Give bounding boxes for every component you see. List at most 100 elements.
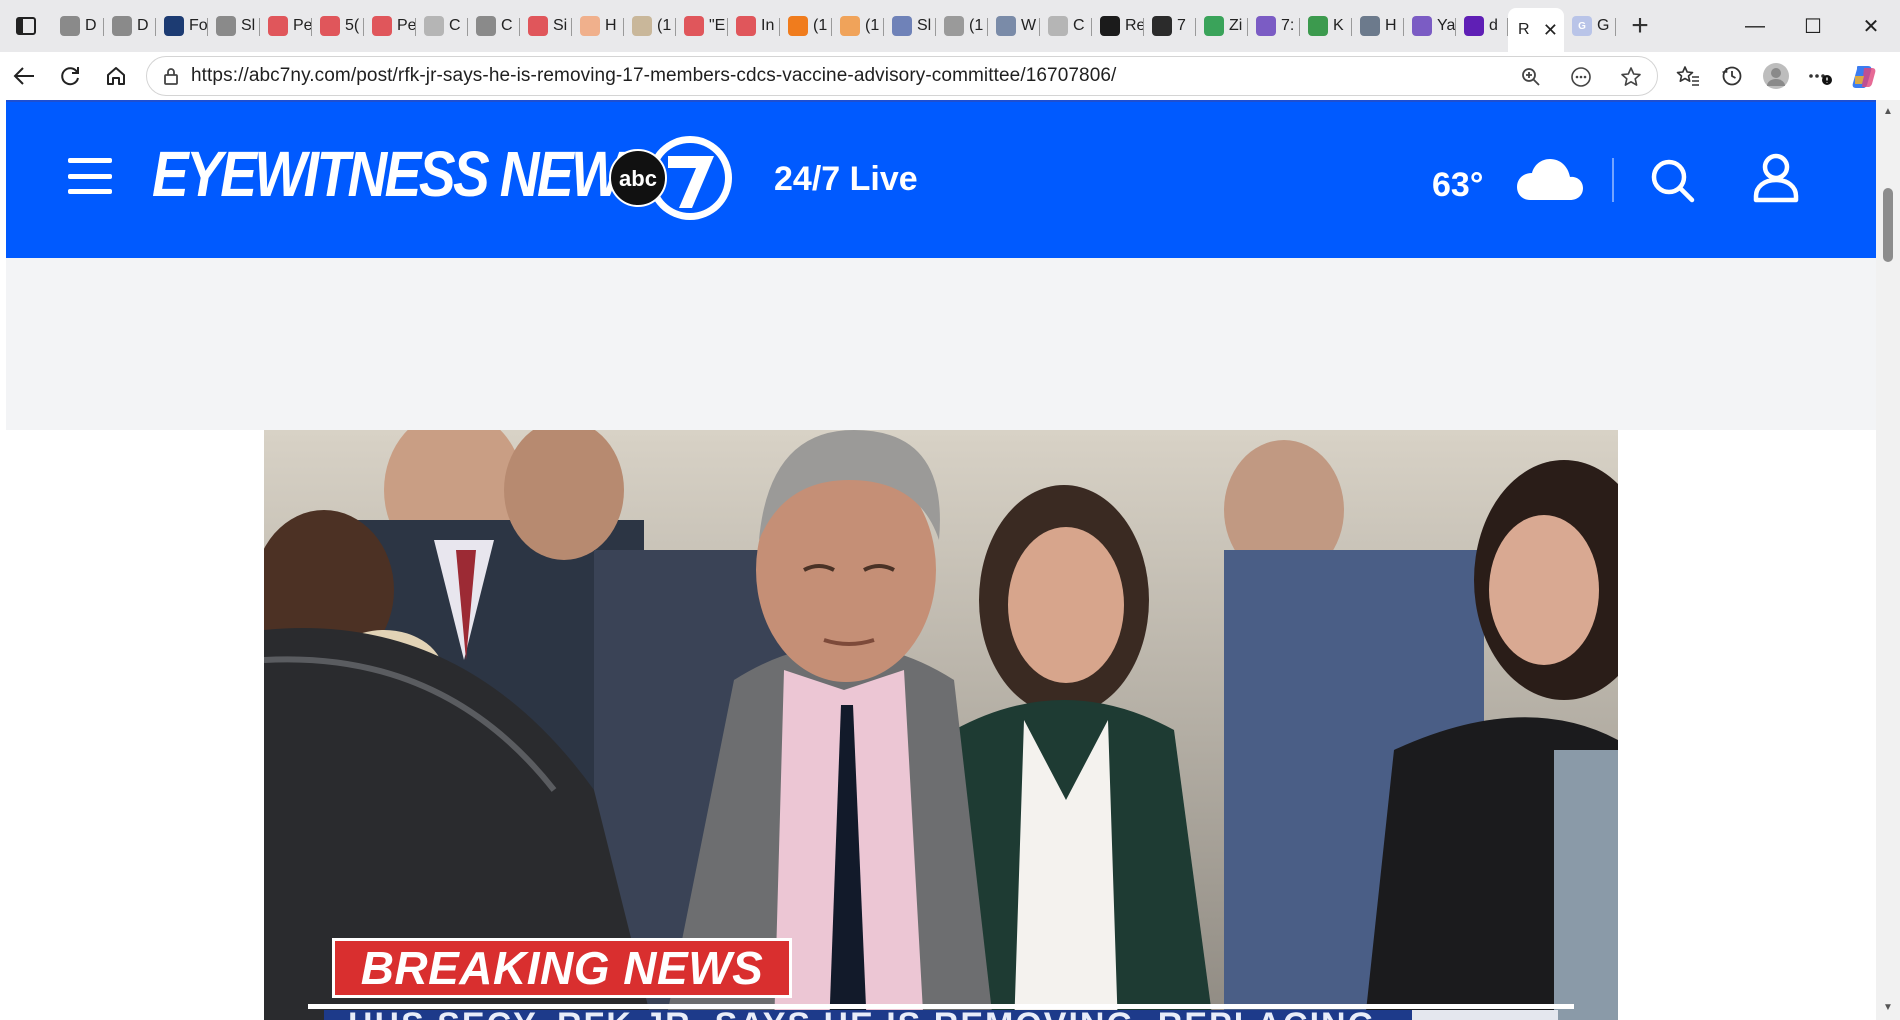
minimize-button[interactable]: — <box>1726 0 1784 52</box>
back-arrow-icon <box>13 67 34 85</box>
browser-tab[interactable]: (1 <box>832 8 884 44</box>
browser-tab[interactable]: C <box>416 8 468 44</box>
weather-temperature[interactable]: 63° <box>1432 166 1483 205</box>
close-window-button[interactable]: ✕ <box>1842 0 1900 52</box>
browser-tab[interactable]: Pe <box>260 8 312 44</box>
tab-favicon <box>580 16 600 36</box>
tab-label: Sl <box>917 17 932 34</box>
site-logo-text[interactable]: EYEWITNESS NEWS <box>152 142 657 206</box>
tab-label: "E <box>709 17 726 34</box>
home-button[interactable] <box>94 56 138 96</box>
tab-label: K <box>1333 17 1344 34</box>
maximize-button[interactable]: ☐ <box>1784 0 1842 52</box>
tab-favicon <box>424 16 444 36</box>
browser-tab[interactable]: Fo <box>156 8 208 44</box>
site-info-icon[interactable] <box>151 67 191 85</box>
profile-avatar-icon[interactable] <box>1756 56 1796 96</box>
scroll-up-arrow-icon[interactable]: ▲ <box>1882 106 1894 118</box>
browser-tab[interactable]: Sl <box>884 8 936 44</box>
browser-tab[interactable]: D <box>104 8 156 44</box>
search-icon[interactable] <box>1648 156 1696 204</box>
browser-tab[interactable]: (1 <box>780 8 832 44</box>
tab-label: 5( <box>345 17 360 34</box>
tab-favicon <box>164 16 184 36</box>
hero-photo <box>264 430 1618 1020</box>
scrollbar-thumb[interactable] <box>1883 188 1893 262</box>
tab-favicon <box>528 16 548 36</box>
history-icon[interactable] <box>1712 56 1752 96</box>
refresh-button[interactable] <box>48 56 92 96</box>
tab-favicon <box>268 16 288 36</box>
tab-label: D <box>85 17 97 34</box>
back-button[interactable] <box>2 56 46 96</box>
live-stream-link[interactable]: 24/7 Live <box>774 160 918 199</box>
new-tab-button[interactable]: + <box>1616 0 1664 52</box>
browser-toolbar: https://abc7ny.com/post/rfk-jr-says-he-i… <box>0 52 1900 100</box>
browser-tab[interactable]: Sl <box>208 8 260 44</box>
tab-label: Sl <box>241 17 256 34</box>
browser-tab[interactable]: K <box>1300 8 1352 44</box>
browser-tab[interactable]: Si <box>520 8 572 44</box>
browser-tab[interactable]: 5( <box>312 8 364 44</box>
tab-label: C <box>449 17 461 34</box>
tab-favicon <box>1412 16 1432 36</box>
account-user-icon[interactable] <box>1752 152 1800 204</box>
copilot-icon[interactable] <box>1844 56 1884 96</box>
tab-favicon <box>1256 16 1276 36</box>
ticker-logo-badge <box>1412 1010 1558 1020</box>
tab-favicon <box>996 16 1016 36</box>
browser-tab[interactable]: 7 <box>1144 8 1196 44</box>
browser-tab[interactable]: 7: <box>1248 8 1300 44</box>
abc7-logo-icon[interactable]: abc <box>606 130 736 226</box>
breaking-news-label: BREAKING NEWS <box>360 942 764 994</box>
browser-tab[interactable]: Re <box>1092 8 1144 44</box>
settings-more-icon[interactable] <box>1800 56 1840 96</box>
browser-tab[interactable]: D <box>52 8 104 44</box>
browser-tab[interactable]: Zi <box>1196 8 1248 44</box>
address-bar[interactable]: https://abc7ny.com/post/rfk-jr-says-he-i… <box>146 56 1658 96</box>
browser-tab[interactable]: d <box>1456 8 1508 44</box>
tab-label: C <box>1073 17 1085 34</box>
menu-icon[interactable] <box>68 158 112 194</box>
browser-tab[interactable]: C <box>468 8 520 44</box>
tab-label: (1 <box>657 17 672 34</box>
news-ticker-text: HHS SECY. RFK JR. SAYS HE IS REMOVING, R… <box>348 1010 1376 1020</box>
browser-tab[interactable]: In <box>728 8 780 44</box>
tab-active[interactable]: R ✕ <box>1508 8 1564 52</box>
reading-mode-icon[interactable] <box>1561 57 1601 97</box>
tab-label: d <box>1489 17 1498 34</box>
ticker-divider <box>308 1004 1574 1009</box>
scroll-down-arrow-icon[interactable]: ▼ <box>1882 1002 1894 1014</box>
browser-tab[interactable]: (1 <box>936 8 988 44</box>
tab-label: 7 <box>1177 17 1186 34</box>
page-viewport: EYEWITNESS NEWS abc 7 24/7 Live 63° <box>0 100 1876 1020</box>
browser-tab[interactable]: H <box>572 8 624 44</box>
close-tab-icon[interactable]: ✕ <box>1543 20 1558 41</box>
tab-actions-button[interactable] <box>0 0 52 52</box>
favorites-icon[interactable] <box>1668 56 1708 96</box>
browser-tab[interactable]: Ya <box>1404 8 1456 44</box>
zoom-icon[interactable] <box>1511 57 1551 97</box>
tab-last[interactable]: G G <box>1564 8 1616 44</box>
tab-favicon <box>216 16 236 36</box>
tab-label: Ya <box>1437 17 1456 34</box>
tab-favicon <box>372 16 392 36</box>
url-text[interactable]: https://abc7ny.com/post/rfk-jr-says-he-i… <box>191 65 1116 87</box>
tab-label: Zi <box>1229 17 1243 34</box>
browser-tab[interactable]: W <box>988 8 1040 44</box>
favorite-star-icon[interactable] <box>1611 57 1651 97</box>
cloud-icon[interactable] <box>1514 154 1584 204</box>
browser-tab[interactable]: "E <box>676 8 728 44</box>
browser-tab[interactable]: H <box>1352 8 1404 44</box>
window-controls: — ☐ ✕ <box>1726 0 1900 52</box>
tab-favicon <box>1152 16 1172 36</box>
page-scrollbar[interactable]: ▲ ▼ <box>1876 100 1900 1020</box>
tab-label: D <box>137 17 149 34</box>
browser-tab[interactable]: Pe <box>364 8 416 44</box>
browser-tab[interactable]: (1 <box>624 8 676 44</box>
tab-label: Fo <box>189 17 208 34</box>
refresh-icon <box>61 67 79 86</box>
tab-favicon <box>112 16 132 36</box>
hero-video-thumbnail[interactable]: BREAKING NEWS HHS SECY. RFK JR. SAYS HE … <box>264 430 1618 1020</box>
browser-tab[interactable]: C <box>1040 8 1092 44</box>
